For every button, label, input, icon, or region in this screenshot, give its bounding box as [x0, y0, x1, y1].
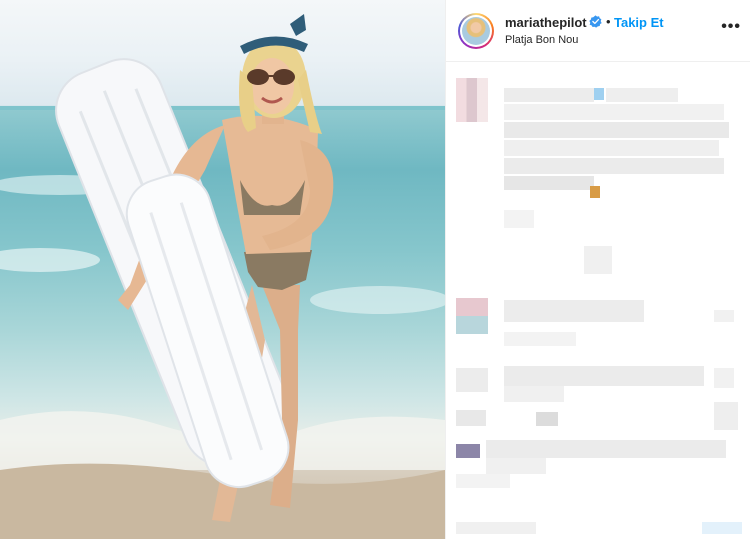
comment-text: [504, 140, 719, 156]
comment-text: [486, 440, 726, 458]
avatar-frame: [460, 15, 492, 47]
comment-text: [504, 122, 729, 138]
comment-meta: [504, 332, 576, 346]
comment-text: [504, 158, 724, 174]
profile-avatar[interactable]: [458, 13, 494, 49]
comment-meta: [456, 522, 536, 534]
comment-text: [590, 186, 600, 198]
comment-text: [504, 104, 724, 120]
comment-like: [714, 402, 738, 430]
comment-like: [714, 368, 734, 388]
beach-photo-illustration: [0, 14, 445, 539]
comment-meta: [536, 412, 558, 426]
location-link[interactable]: Platja Bon Nou: [505, 34, 578, 46]
comment-text: [606, 88, 678, 102]
comment-text: [486, 458, 546, 474]
header-separator: •: [606, 14, 611, 29]
more-options-icon[interactable]: •••: [721, 18, 741, 36]
post-photo[interactable]: [0, 0, 445, 539]
post-header: mariathepilot • Takip Et Platja Bon Nou …: [446, 0, 750, 62]
post-button[interactable]: [702, 522, 742, 534]
comment-text: [504, 386, 564, 402]
comment-avatar: [456, 368, 488, 392]
username-link[interactable]: mariathepilot: [505, 15, 587, 30]
post-side-panel: mariathepilot • Takip Et Platja Bon Nou …: [445, 0, 750, 539]
comment-meta: [504, 210, 534, 228]
comment-text: [504, 366, 704, 386]
follow-button[interactable]: Takip Et: [614, 15, 664, 30]
comment-text: [504, 176, 594, 190]
comment-avatar: [456, 78, 488, 122]
comment-like: [714, 310, 734, 322]
comment-avatar: [456, 410, 486, 426]
comment-meta: [456, 474, 510, 488]
comment-text: [504, 300, 644, 322]
comment-text: [594, 88, 604, 100]
comment-avatar: [456, 298, 488, 334]
comment-text: [504, 88, 594, 102]
comment-meta: [584, 246, 612, 274]
avatar-image: [462, 17, 490, 45]
comment-avatar: [456, 444, 480, 458]
verified-badge-icon: [589, 15, 602, 28]
